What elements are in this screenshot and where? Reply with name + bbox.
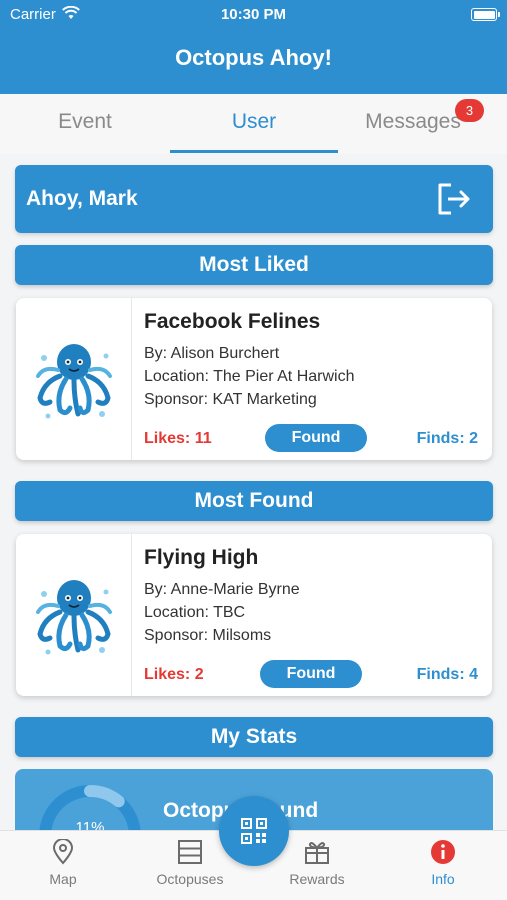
- card-title: Flying High: [144, 546, 259, 569]
- octopus-icon: [36, 344, 112, 419]
- messages-badge: 3: [455, 99, 484, 122]
- qr-code-icon: [241, 818, 267, 844]
- list-icon: [178, 840, 202, 864]
- nav-info[interactable]: Info: [388, 839, 498, 887]
- status-bar: Carrier 10:30 PM: [0, 0, 507, 30]
- greeting-text: Ahoy, Mark: [26, 187, 138, 210]
- octopus-icon: [36, 580, 112, 655]
- nav-octopuses-label: Octopuses: [156, 871, 224, 887]
- nav-info-label: Info: [431, 871, 455, 887]
- finds-count: Finds: 2: [416, 430, 478, 447]
- info-icon: [431, 840, 455, 864]
- card-location: Location: TBC: [144, 604, 246, 621]
- qr-scan-button[interactable]: [219, 796, 289, 866]
- tab-bar: Event User Messages: [0, 94, 507, 154]
- tab-event[interactable]: Event: [0, 110, 170, 134]
- active-tab-indicator: [170, 150, 338, 153]
- battery-icon: [471, 8, 500, 21]
- finds-count: Finds: 4: [416, 666, 478, 683]
- clock: 10:30 PM: [220, 6, 287, 23]
- gift-icon: [305, 842, 329, 864]
- nav-map[interactable]: Map: [8, 839, 118, 887]
- map-pin-icon: [52, 839, 74, 865]
- nav-rewards-label: Rewards: [289, 871, 345, 887]
- logout-icon[interactable]: [435, 181, 473, 217]
- most-found-header: Most Found: [15, 481, 493, 521]
- octopus-card[interactable]: Flying High By: Anne-Marie Byrne Locatio…: [16, 534, 492, 696]
- card-sponsor: Sponsor: KAT Marketing: [144, 391, 317, 408]
- card-author: By: Anne-Marie Byrne: [144, 581, 300, 598]
- user-content[interactable]: Ahoy, Mark Most Liked Facebook Felines B…: [0, 154, 507, 830]
- octopus-image: [16, 534, 132, 696]
- my-stats-header: My Stats: [15, 717, 493, 757]
- nav-map-label: Map: [49, 871, 77, 887]
- progress-percent: 11%: [75, 819, 105, 830]
- greeting-banner: Ahoy, Mark: [15, 165, 493, 233]
- likes-count: Likes: 2: [144, 666, 204, 683]
- tab-user[interactable]: User: [169, 110, 339, 134]
- found-button[interactable]: Found: [260, 660, 362, 688]
- card-author: By: Alison Burchert: [144, 345, 280, 362]
- top-bar: Carrier 10:30 PM Octopus Ahoy!: [0, 0, 507, 94]
- card-sponsor: Sponsor: Milsoms: [144, 627, 272, 644]
- app-title: Octopus Ahoy!: [175, 45, 332, 70]
- likes-count: Likes: 11: [144, 430, 212, 447]
- most-liked-header: Most Liked: [15, 245, 493, 285]
- octopus-card[interactable]: Facebook Felines By: Alison Burchert Loc…: [16, 298, 492, 460]
- card-location: Location: The Pier At Harwich: [144, 368, 355, 385]
- octopus-image: [16, 298, 132, 460]
- card-title: Facebook Felines: [144, 310, 321, 333]
- found-button[interactable]: Found: [265, 424, 367, 452]
